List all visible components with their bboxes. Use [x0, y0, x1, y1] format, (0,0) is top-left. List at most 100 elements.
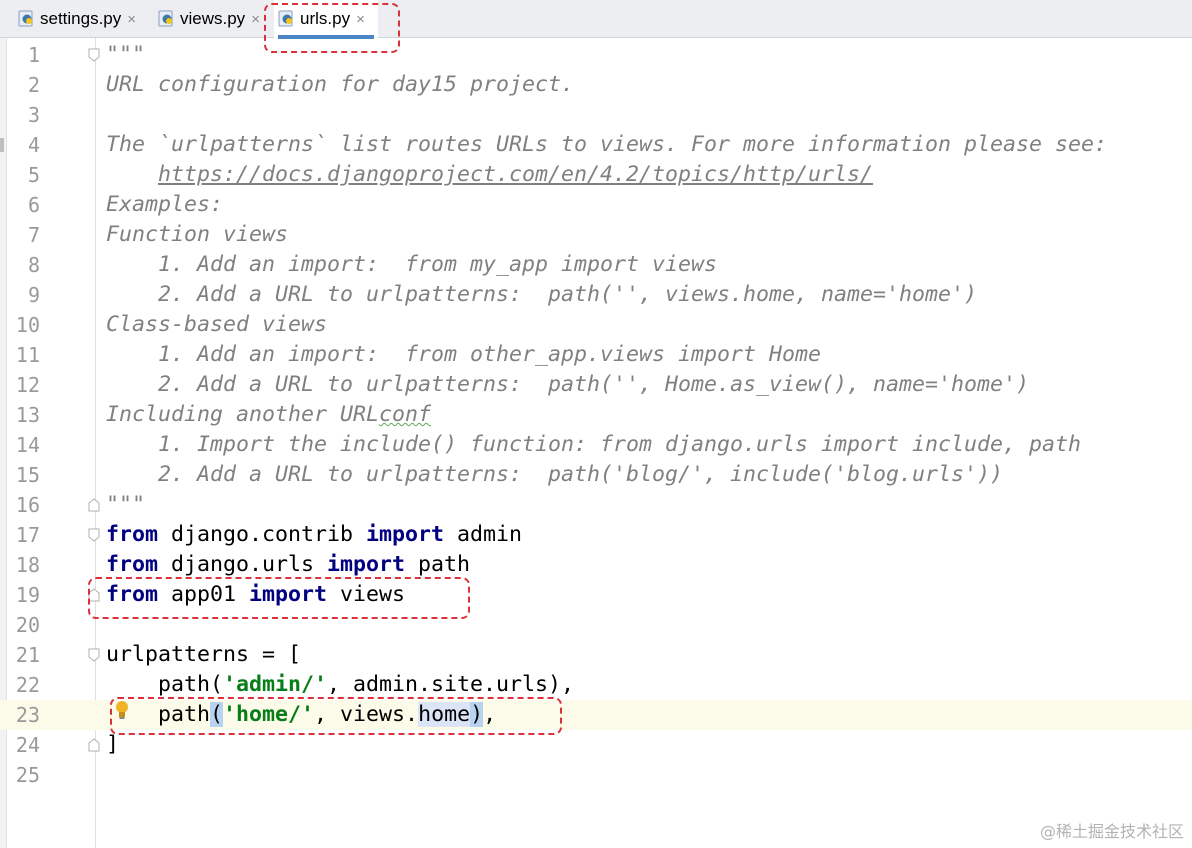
code-token: 'admin/' [223, 672, 328, 697]
code-token: 2. Add a URL to urlpatterns: path('', vi… [106, 282, 978, 307]
code-token: Including another URL [106, 402, 380, 427]
code-text: from django.urls import path [106, 550, 470, 580]
code-line[interactable]: 1 """ [0, 40, 1192, 70]
code-token: https://docs.djangoproject.com/en/4.2/to… [158, 162, 874, 187]
code-text: https://docs.djangoproject.com/en/4.2/to… [106, 160, 873, 190]
code-line[interactable]: 15 2. Add a URL to urlpatterns: path('bl… [0, 460, 1192, 490]
line-number: 19 [15, 583, 40, 607]
line-number: 14 [15, 433, 40, 457]
code-line[interactable]: 18 from django.urls import path [0, 550, 1192, 580]
code-text: 1. Import the include() function: from d… [106, 430, 1081, 460]
close-icon[interactable]: × [127, 11, 136, 28]
code-text: 2. Add a URL to urlpatterns: path('', Ho… [106, 370, 1029, 400]
line-number: 5 [27, 163, 40, 187]
code-line[interactable]: 9 2. Add a URL to urlpatterns: path('', … [0, 280, 1192, 310]
line-number: 6 [27, 193, 40, 217]
code-text: """ [106, 490, 145, 520]
code-line[interactable]: 14 1. Import the include() function: fro… [0, 430, 1192, 460]
code-line[interactable]: 8 1. Add an import: from my_app import v… [0, 250, 1192, 280]
tab-label: views.py [180, 9, 246, 28]
code-token: from [106, 552, 159, 577]
code-text: Including another URLconf [106, 400, 431, 430]
fold-marker-icon[interactable] [88, 48, 100, 62]
code-token: Function views [106, 222, 289, 247]
highlight-box-urls-tab [264, 3, 400, 53]
tab-views-py[interactable]: views.py × [154, 0, 264, 38]
code-token: urlpatterns = [ [106, 642, 302, 667]
code-text: 2. Add a URL to urlpatterns: path('', vi… [106, 280, 977, 310]
line-number: 3 [27, 103, 40, 127]
code-line[interactable]: 2 URL configuration for day15 project. [0, 70, 1192, 100]
code-text: Examples: [106, 190, 223, 220]
code-text: 1. Add an import: from my_app import vie… [106, 250, 717, 280]
python-file-icon [158, 10, 176, 28]
code-token: ] [106, 732, 120, 757]
fold-marker-icon[interactable] [88, 738, 100, 752]
code-text: The `urlpatterns` list routes URLs to vi… [106, 130, 1107, 160]
code-token: Class-based views [106, 312, 328, 337]
watermark: @稀土掘金技术社区 [1039, 822, 1184, 841]
code-token: """ [106, 492, 146, 517]
fold-marker-icon[interactable] [88, 648, 100, 662]
line-number: 15 [15, 463, 40, 487]
code-text: URL configuration for day15 project. [106, 70, 574, 100]
code-token: 1. Add an import: from my_app import vie… [106, 252, 718, 277]
line-number: 2 [27, 73, 40, 97]
close-icon[interactable]: × [251, 11, 260, 28]
line-number: 25 [15, 763, 40, 787]
code-text: urlpatterns = [ [106, 640, 301, 670]
editor-tab-bar: settings.py × views.py × urls.py × [0, 0, 1192, 39]
line-number: 16 [15, 493, 40, 517]
line-number: 7 [27, 223, 40, 247]
line-number: 20 [15, 613, 40, 637]
code-text: """ [106, 40, 145, 70]
line-number: 10 [15, 313, 40, 337]
code-line[interactable]: 17 from django.contrib import admin [0, 520, 1192, 550]
code-line[interactable]: 3 [0, 100, 1192, 130]
code-line[interactable]: 11 1. Add an import: from other_app.view… [0, 340, 1192, 370]
code-token: 2. Add a URL to urlpatterns: path('blog/… [106, 462, 1004, 487]
code-token: 2. Add a URL to urlpatterns: path('', Ho… [106, 372, 1030, 397]
code-text: Class-based views [106, 310, 327, 340]
highlight-box-path-line [110, 697, 562, 735]
line-number: 1 [27, 43, 40, 67]
code-line[interactable]: 12 2. Add a URL to urlpatterns: path('',… [0, 370, 1192, 400]
code-token: URL configuration for day15 project. [106, 72, 575, 97]
code-line[interactable]: 5 https://docs.djangoproject.com/en/4.2/… [0, 160, 1192, 190]
python-file-icon [18, 10, 36, 28]
line-number: 17 [15, 523, 40, 547]
line-number: 4 [27, 133, 40, 157]
code-line[interactable]: 7 Function views [0, 220, 1192, 250]
code-token: import [327, 552, 406, 577]
highlight-box-import-line [88, 577, 470, 619]
line-number: 11 [15, 343, 40, 367]
line-number: 12 [15, 373, 40, 397]
code-token: """ [106, 42, 146, 67]
code-text: 2. Add a URL to urlpatterns: path('blog/… [106, 460, 1003, 490]
fold-marker-icon[interactable] [88, 528, 100, 542]
code-line[interactable]: 25 [0, 760, 1192, 790]
code-text: 1. Add an import: from other_app.views i… [106, 340, 821, 370]
line-number: 9 [27, 283, 40, 307]
code-line[interactable]: 6 Examples: [0, 190, 1192, 220]
line-number: 23 [15, 703, 40, 727]
fold-marker-icon[interactable] [88, 498, 100, 512]
code-token: conf [379, 402, 432, 427]
code-token: 1. Add an import: from other_app.views i… [106, 342, 822, 367]
tab-settings-py[interactable]: settings.py × [14, 0, 150, 38]
tab-label: settings.py [40, 9, 122, 28]
code-text: from django.contrib import admin [106, 520, 522, 550]
code-line[interactable]: 13 Including another URLconf [0, 400, 1192, 430]
code-text: Function views [106, 220, 288, 250]
code-token: path [405, 552, 471, 577]
code-token: path( [106, 672, 224, 697]
code-token: Examples: [106, 192, 224, 217]
code-line[interactable]: 21 urlpatterns = [ [0, 640, 1192, 670]
line-number: 24 [15, 733, 40, 757]
code-text: path('admin/', admin.site.urls), [106, 670, 574, 700]
code-line[interactable]: 22 path('admin/', admin.site.urls), [0, 670, 1192, 700]
code-line[interactable]: 16 """ [0, 490, 1192, 520]
code-line[interactable]: 10 Class-based views [0, 310, 1192, 340]
code-line[interactable]: 4 The `urlpatterns` list routes URLs to v… [0, 130, 1192, 160]
